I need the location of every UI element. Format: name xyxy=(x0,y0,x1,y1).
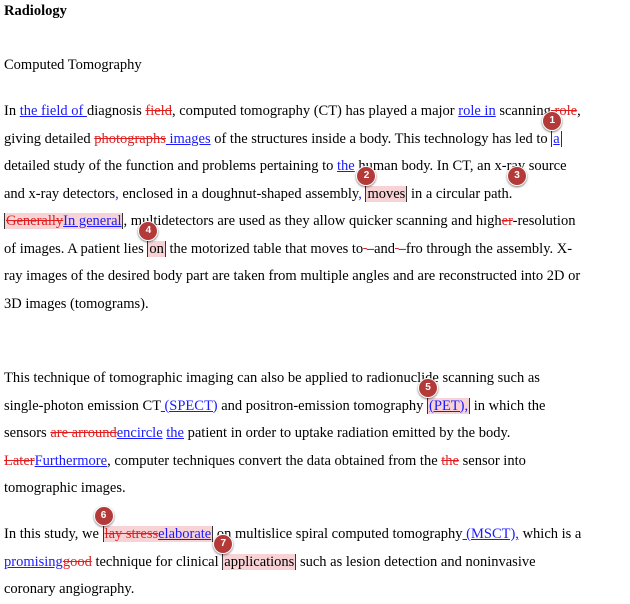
text: detailed study of the function and probl… xyxy=(4,158,338,174)
text: enclosed in a doughnut-shaped assembly xyxy=(118,185,359,202)
deletion[interactable]: the xyxy=(441,453,459,469)
insertion[interactable]: the xyxy=(337,158,355,174)
comment-marker-7[interactable]: 7 xyxy=(213,533,234,554)
deletion[interactable]: good xyxy=(63,554,92,570)
document-title: Radiology xyxy=(4,3,67,19)
deletion[interactable]: er xyxy=(502,213,513,229)
text: diagnosis xyxy=(86,103,146,119)
text: , computed tomography (CT) has played a … xyxy=(171,103,459,119)
commented-text[interactable]: GenerallyIn general xyxy=(4,213,122,229)
insertion[interactable]: (SPECT) xyxy=(161,398,217,414)
text: In this study, we xyxy=(4,526,103,542)
text: of the structures inside a body. This te… xyxy=(210,130,552,147)
comment-marker-5[interactable]: 5 xyxy=(418,377,439,398)
insertion[interactable]: promising xyxy=(4,554,63,570)
text: , multidetectors are used as they allow … xyxy=(121,213,502,229)
paragraph-2: This technique of tomographic imaging ca… xyxy=(4,365,582,503)
insertion[interactable]: the field of xyxy=(20,103,87,119)
comment-marker-6[interactable]: 6 xyxy=(93,506,114,526)
paragraph-1: In the field of diagnosis field, compute… xyxy=(4,98,582,318)
deletion[interactable]: lay stress xyxy=(105,526,159,542)
comment-marker-4[interactable]: 4 xyxy=(138,220,159,241)
insertion[interactable]: images xyxy=(166,131,211,147)
text: in a circular path. xyxy=(407,185,517,202)
text: , computer techniques convert the data o… xyxy=(107,452,442,469)
deletion[interactable]: are arround xyxy=(50,425,116,441)
text: –and xyxy=(366,240,395,257)
insertion[interactable]: In general xyxy=(63,213,121,229)
text: technique for clinical xyxy=(91,553,223,570)
commented-insertion[interactable]: (PET), xyxy=(427,397,471,414)
commented-text[interactable]: lay stresselaborate xyxy=(102,526,214,542)
text: patient in order to uptake radiation emi… xyxy=(183,425,511,441)
insertion[interactable]: role in xyxy=(458,103,495,119)
insertion[interactable]: elaborate xyxy=(158,526,211,542)
comment-marker-1[interactable]: 1 xyxy=(542,110,563,131)
text: which is a xyxy=(518,526,582,542)
comment-marker-3[interactable]: 3 xyxy=(507,165,528,186)
commented-text[interactable]: moves xyxy=(365,185,408,202)
insertion[interactable]: a xyxy=(551,130,562,147)
deletion[interactable]: photographs xyxy=(94,131,166,147)
comment-marker-2[interactable]: 2 xyxy=(356,165,377,186)
text: In xyxy=(4,103,20,119)
commented-text[interactable]: on xyxy=(147,240,166,257)
insertion[interactable]: the xyxy=(166,425,184,441)
deletion[interactable]: Generally xyxy=(6,213,63,229)
insertion[interactable]: encircle xyxy=(117,425,163,441)
deletion[interactable]: field xyxy=(145,103,172,119)
commented-text[interactable]: applications xyxy=(222,553,297,570)
document-subtitle: Computed Tomography xyxy=(4,57,142,73)
insertion[interactable]: Furthermore xyxy=(35,453,107,469)
paragraph-3: In this study, we 6 lay stresselaborate o… xyxy=(4,506,582,604)
text: and positron-emission tomography xyxy=(217,397,428,414)
deletion[interactable]: Later xyxy=(4,453,35,469)
insertion[interactable]: (MSCT), xyxy=(463,526,519,542)
text: on multislice spiral computed tomography xyxy=(213,526,463,542)
text: the motorized table that moves to xyxy=(165,240,364,257)
